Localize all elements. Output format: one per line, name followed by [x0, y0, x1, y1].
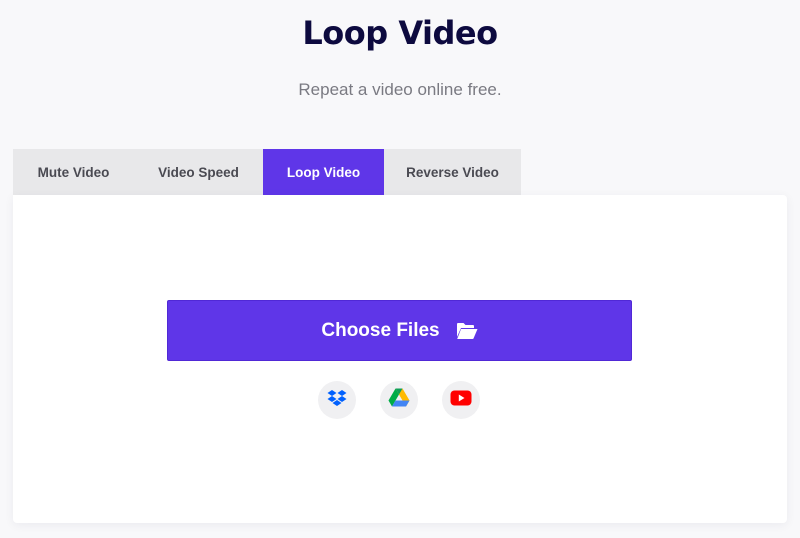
tab-reverse-video[interactable]: Reverse Video [384, 149, 521, 195]
tab-loop-video[interactable]: Loop Video [263, 149, 384, 195]
dropbox-icon [327, 389, 347, 412]
tab-mute-video[interactable]: Mute Video [13, 149, 134, 195]
google-drive-icon [388, 388, 410, 412]
upload-panel: Choose Files [13, 195, 787, 523]
dropbox-button[interactable] [318, 381, 356, 419]
tool-tabs: Mute Video Video Speed Loop Video Revers… [13, 149, 521, 195]
folder-open-icon [456, 322, 478, 340]
google-drive-button[interactable] [380, 381, 418, 419]
page-title: Loop Video [302, 14, 498, 52]
youtube-button[interactable] [442, 381, 480, 419]
page-subtitle: Repeat a video online free. [298, 80, 502, 99]
youtube-icon [450, 390, 472, 411]
choose-files-label: Choose Files [321, 319, 440, 341]
upload-sources [318, 381, 480, 419]
tab-video-speed[interactable]: Video Speed [134, 149, 263, 195]
choose-files-button[interactable]: Choose Files [167, 300, 632, 361]
